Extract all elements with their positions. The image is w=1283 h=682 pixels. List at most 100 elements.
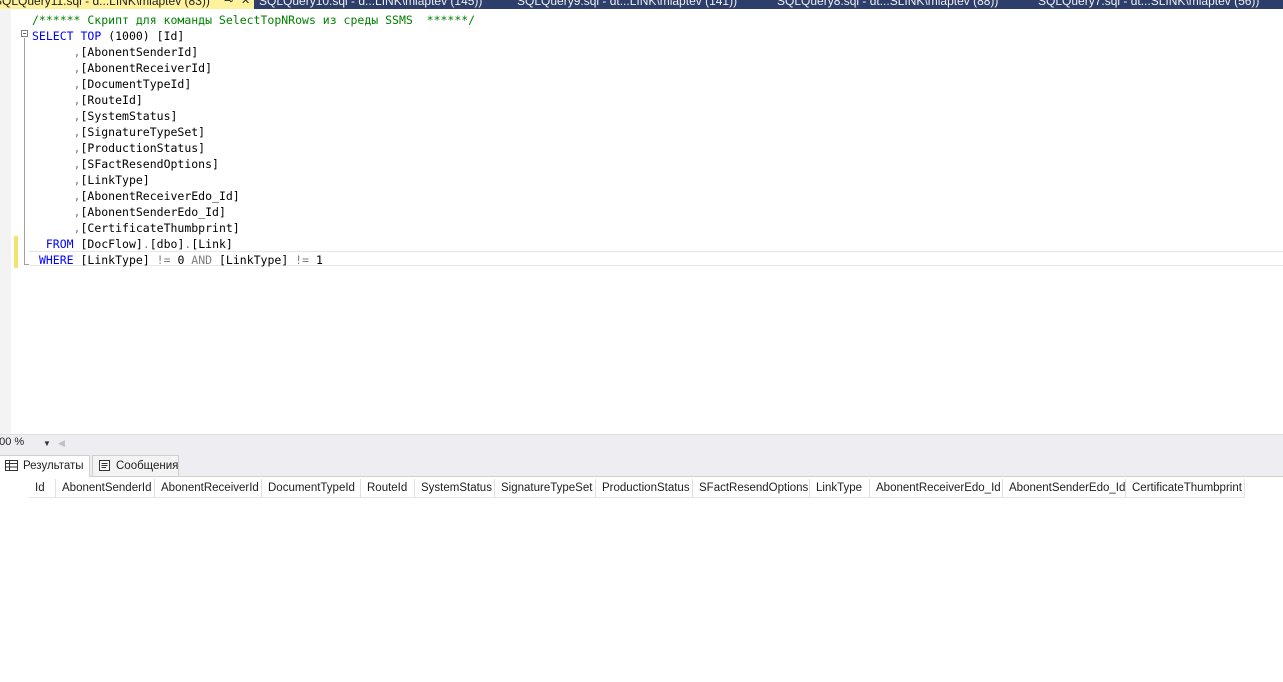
code-token: (1000) [Id] [101, 29, 185, 43]
code-token: [Link] [191, 237, 233, 251]
code-line[interactable]: ,[LinkType] [32, 172, 475, 188]
code-token: [LinkType] [212, 253, 296, 267]
code-token: 0 [170, 253, 192, 267]
tab-sqlquery10[interactable]: SQLQuery10.sql - d...LINK\mlaptev (145)) [259, 0, 509, 9]
collapse-icon[interactable] [21, 30, 28, 37]
scroll-left-icon[interactable]: ◀ [58, 437, 68, 449]
code-token: WHERE [38, 253, 74, 267]
code-token: [RouteId] [80, 93, 143, 107]
zoom-level[interactable]: 100 % [0, 435, 40, 450]
results-tab-strip: Результаты Сообщения [0, 451, 1283, 477]
code-token: != [156, 253, 171, 267]
editor-margin [0, 9, 11, 434]
tab-label: SQLQuery11.sql - d...LINK\mlaptev (83)) [0, 0, 210, 8]
code-line[interactable]: SELECT TOP (1000) [Id] [32, 28, 475, 44]
code-line[interactable]: ,[AbonentSenderId] [32, 44, 475, 60]
results-grid[interactable]: Id AbonentSenderId AbonentReceiverId Doc… [0, 477, 1283, 682]
code-line[interactable]: /****** Скрипт для команды SelectTopNRow… [32, 12, 475, 28]
code-token: [LinkType] [73, 253, 157, 267]
tab-sqlquery9[interactable]: SQLQuery9.sql - dt...LINK\mlaptev (141)) [517, 0, 767, 9]
code-token: != [295, 253, 310, 267]
code-line[interactable]: ,[SFactResendOptions] [32, 156, 475, 172]
tab-sqlquery7[interactable]: SQLQuery7.sql - dt...SLINK\mlaptev (56)) [1038, 0, 1283, 9]
code-token: 1 [309, 253, 323, 267]
column-header-abonent-receiver-edo-id[interactable]: AbonentReceiverEdo_Id [870, 479, 1003, 497]
code-token: [AbonentReceiverId] [80, 61, 213, 75]
query-editor[interactable]: /****** Скрипт для команды SelectTopNRow… [0, 9, 1283, 434]
grid-icon [5, 460, 18, 471]
column-header-abonent-receiver-id[interactable]: AbonentReceiverId [155, 479, 262, 497]
code-token: [SFactResendOptions] [80, 157, 219, 171]
code-line[interactable]: ,[AbonentReceiverId] [32, 60, 475, 76]
code-line[interactable]: WHERE [LinkType] != 0 AND [LinkType] != … [32, 252, 475, 268]
tab-sqlquery8[interactable]: SQLQuery8.sql - dt...SLINK\mlaptev (88)) [777, 0, 1027, 9]
code-line[interactable]: ,[DocumentTypeId] [32, 76, 475, 92]
code-line[interactable]: ,[SignatureTypeSet] [32, 124, 475, 140]
code-token: AND [191, 253, 213, 267]
tab-sqlquery11[interactable]: SQLQuery11.sql - d...LINK\mlaptev (83)) … [0, 0, 254, 9]
code-token: TOP [80, 29, 102, 43]
code-line[interactable]: ,[AbonentSenderEdo_Id] [32, 204, 475, 220]
pin-icon[interactable]: ⊸ [224, 0, 233, 7]
code-line[interactable]: ,[ProductionStatus] [32, 140, 475, 156]
code-token: [DocFlow] [73, 237, 143, 251]
code-lines[interactable]: /****** Скрипт для команды SelectTopNRow… [32, 12, 475, 268]
column-header-production-status[interactable]: ProductionStatus [596, 479, 693, 497]
column-header-sfact-resend-options[interactable]: SFactResendOptions [693, 479, 810, 497]
code-token: [CertificateThumbprint] [80, 221, 240, 235]
code-token: [AbonentReceiverEdo_Id] [80, 189, 240, 203]
tab-results-label: Результаты [23, 460, 84, 472]
code-token: FROM [45, 237, 74, 251]
code-token: [DocumentTypeId] [80, 77, 192, 91]
fold-guide [24, 38, 25, 264]
column-header-id[interactable]: Id [29, 479, 56, 497]
column-header-document-type-id[interactable]: DocumentTypeId [262, 479, 361, 497]
column-header-certificate-thumbprint[interactable]: CertificateThumbprint [1126, 479, 1245, 497]
code-token: SELECT [32, 29, 74, 43]
change-indicator [14, 236, 18, 268]
code-token: /****** Скрипт для команды SelectTopNRow… [32, 13, 476, 27]
column-header-abonent-sender-id[interactable]: AbonentSenderId [56, 479, 155, 497]
column-header-abonent-sender-edo-id[interactable]: AbonentSenderEdo_Id [1003, 479, 1126, 497]
code-token: [SignatureTypeSet] [80, 125, 206, 139]
column-header-route-id[interactable]: RouteId [361, 479, 415, 497]
grid-header: Id AbonentSenderId AbonentReceiverId Doc… [29, 479, 1245, 498]
code-token: [ProductionStatus] [80, 141, 206, 155]
chevron-down-icon[interactable]: ▼ [40, 439, 54, 449]
close-icon[interactable]: ✕ [241, 0, 250, 7]
code-token: [dbo] [149, 237, 185, 251]
tab-label: SQLQuery8.sql - dt...SLINK\mlaptev (88)) [777, 0, 999, 8]
tab-results[interactable]: Результаты [0, 455, 90, 477]
code-token: [LinkType] [80, 173, 150, 187]
tab-messages[interactable]: Сообщения [92, 455, 179, 477]
code-line[interactable]: ,[RouteId] [32, 92, 475, 108]
column-header-signature-type-set[interactable]: SignatureTypeSet [495, 479, 596, 497]
column-header-system-status[interactable]: SystemStatus [415, 479, 495, 497]
code-line[interactable]: ,[AbonentReceiverEdo_Id] [32, 188, 475, 204]
code-line[interactable]: ,[CertificateThumbprint] [32, 220, 475, 236]
tab-label: SQLQuery9.sql - dt...LINK\mlaptev (141)) [517, 0, 738, 8]
code-token: [AbonentSenderEdo_Id] [80, 205, 226, 219]
tab-messages-label: Сообщения [116, 460, 179, 472]
document-tab-strip: SQLQuery11.sql - d...LINK\mlaptev (83)) … [0, 0, 1283, 9]
code-line[interactable]: ,[SystemStatus] [32, 108, 475, 124]
messages-icon [99, 460, 110, 471]
code-line[interactable]: FROM [DocFlow].[dbo].[Link] [32, 236, 475, 252]
tab-label: SQLQuery7.sql - dt...SLINK\mlaptev (56)) [1038, 0, 1260, 8]
code-token: [AbonentSenderId] [80, 45, 199, 59]
code-token: [SystemStatus] [80, 109, 178, 123]
column-header-link-type[interactable]: LinkType [810, 479, 870, 497]
